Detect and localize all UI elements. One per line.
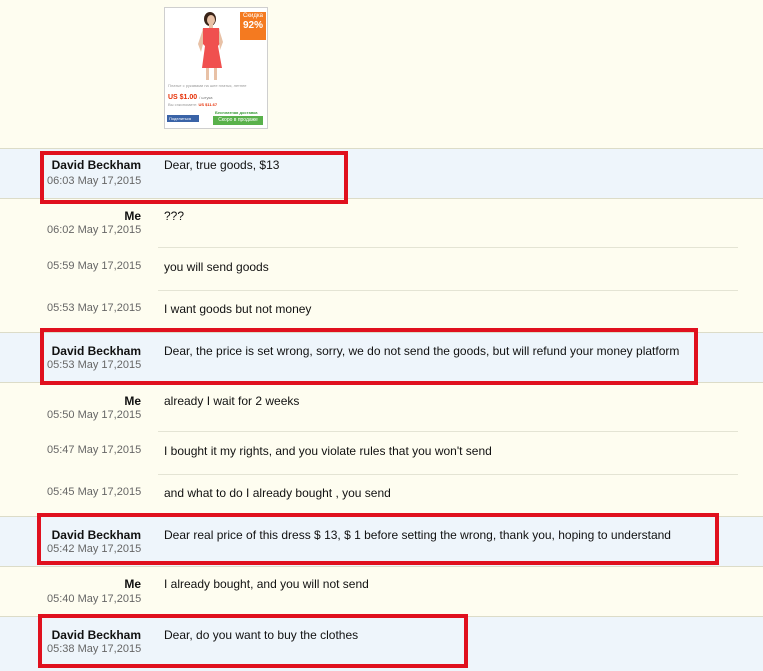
old-price: Вы сэкономите: US $11.67: [168, 102, 217, 107]
product-description[interactable]: Платье с рукавами на шее платья, летнее: [168, 83, 264, 88]
message-text: Dear, true goods, $13: [164, 158, 280, 172]
message-text: and what to do I already bought , you se…: [164, 486, 391, 500]
message-row: Me 05:40 May 17,2015 I already bought, a…: [0, 566, 763, 617]
message-time: 05:40 May 17,2015: [47, 593, 142, 605]
message-divider: [158, 431, 738, 432]
message-time: 05:53 May 17,2015: [47, 359, 142, 371]
message-time: 05:47 May 17,2015: [47, 444, 142, 456]
message-sender: David Beckham: [51, 344, 141, 358]
message-sender: David Beckham: [51, 528, 141, 542]
message-divider: [158, 474, 738, 475]
message-row: David Beckham 05:42 May 17,2015 Dear rea…: [0, 516, 763, 567]
message-time: 06:03 May 17,2015: [47, 175, 142, 187]
message-sender: Me: [124, 209, 141, 223]
old-price-label: Вы сэкономите:: [168, 102, 198, 107]
message-group: Me 05:50 May 17,2015 already I wait for …: [0, 382, 763, 517]
message-text: ???: [164, 209, 185, 223]
message-text: Dear real price of this dress $ 13, $ 1 …: [164, 528, 671, 542]
message-row: David Beckham 05:38 May 17,2015 Dear, do…: [0, 616, 763, 671]
message-sender: Me: [124, 577, 141, 591]
message-text: Dear, the price is set wrong, sorry, we …: [164, 344, 680, 358]
message-group: Me 06:02 May 17,2015 ??? 05:59 May 17,20…: [0, 198, 763, 333]
message-time: 06:02 May 17,2015: [47, 224, 142, 236]
product-photo[interactable]: Скидка 92%: [165, 8, 267, 82]
message-row: David Beckham 06:03 May 17,2015 Dear, tr…: [0, 148, 763, 199]
message-time: 05:53 May 17,2015: [47, 302, 142, 314]
discount-badge-label: Скидка: [243, 13, 263, 19]
discount-percent: 92%: [242, 20, 263, 31]
message-time: 05:45 May 17,2015: [47, 486, 142, 498]
product-preview-area: Скидка 92% Платье с рукавами на шее плат…: [0, 0, 763, 148]
product-price: US $1.00 / штука: [168, 94, 213, 101]
price-unit: / штука: [199, 95, 213, 100]
message-text: already I wait for 2 weeks: [164, 394, 300, 408]
message-text: I want goods but not money: [164, 302, 312, 316]
free-shipping-label: Бесплатная доставка: [215, 110, 258, 115]
message-sender: David Beckham: [51, 628, 141, 642]
product-card[interactable]: Скидка 92% Платье с рукавами на шее плат…: [164, 7, 268, 129]
message-time: 05:50 May 17,2015: [47, 409, 142, 421]
message-time: 05:59 May 17,2015: [47, 260, 142, 272]
discount-badge: Скидка 92%: [240, 12, 266, 40]
message-time: 05:38 May 17,2015: [47, 643, 142, 655]
message-divider: [158, 290, 738, 291]
message-sender: Me: [124, 394, 141, 408]
message-text: I already bought, and you will not send: [164, 577, 369, 591]
message-text: you will send goods: [164, 260, 269, 274]
coming-soon-button[interactable]: Скоро в продаже: [213, 116, 263, 125]
message-row: David Beckham 05:53 May 17,2015 Dear, th…: [0, 332, 763, 383]
message-sender: David Beckham: [51, 158, 141, 172]
message-divider: [158, 247, 738, 248]
message-time: 05:42 May 17,2015: [47, 543, 142, 555]
old-price-value: US $11.67: [198, 102, 218, 107]
message-text: Dear, do you want to buy the clothes: [164, 628, 359, 642]
price-value: US $1.00: [168, 94, 198, 101]
share-button[interactable]: Поделиться: [167, 115, 199, 122]
message-text: I bought it my rights, and you violate r…: [164, 444, 492, 458]
